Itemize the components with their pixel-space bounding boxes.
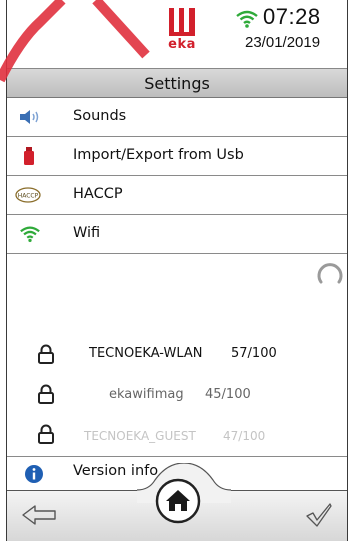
wifi-network-row[interactable]: ekawifimag 45/100 (7, 382, 347, 410)
haccp-icon-text: HACCP (18, 193, 39, 200)
wifi-icon (236, 10, 258, 28)
menu-item-haccp[interactable]: HACCP HACCP (7, 176, 347, 215)
haccp-icon: HACCP (15, 187, 41, 203)
page-title-bar: Settings (7, 68, 347, 98)
menu-item-label: Wifi (73, 225, 101, 241)
network-ssid: TECNOEKA-WLAN (89, 346, 203, 361)
brand-name: eka (168, 37, 196, 52)
network-signal: 45/100 (205, 387, 251, 402)
page-title: Settings (144, 74, 210, 93)
network-ssid: ekawifimag (109, 387, 184, 402)
checkmark-icon[interactable] (305, 502, 333, 528)
wifi-icon (20, 226, 40, 243)
wifi-network-row[interactable]: TECNOEKA_GUEST 47/100 (7, 422, 347, 450)
menu-item-label: HACCP (73, 186, 123, 202)
menu-item-label: Sounds (73, 108, 127, 124)
clock-time: 07:28 (263, 4, 321, 29)
status-header: eka 07:28 23/01/2019 (7, 0, 347, 66)
lock-icon (38, 424, 54, 444)
info-icon (25, 465, 43, 483)
speaker-icon (20, 110, 39, 124)
eka-logo: eka (163, 6, 201, 58)
network-signal: 57/100 (231, 346, 277, 361)
back-arrow-icon[interactable] (21, 504, 57, 526)
device-screen: eka 07:28 23/01/2019 Settings Sounds Imp… (6, 0, 348, 541)
lock-icon (38, 344, 54, 364)
usb-icon (24, 147, 34, 165)
network-ssid: TECNOEKA_GUEST (84, 429, 196, 443)
wifi-network-row[interactable]: TECNOEKA-WLAN 57/100 (7, 342, 347, 370)
network-signal: 47/100 (223, 429, 266, 443)
home-icon[interactable] (155, 478, 201, 524)
loading-spinner-icon (317, 263, 343, 284)
lock-icon (38, 384, 54, 404)
menu-item-label: Import/Export from Usb (73, 147, 244, 163)
menu-item-wifi[interactable]: Wifi (7, 215, 347, 254)
wifi-network-list: TECNOEKA-WLAN 57/100 ekawifimag 45/100 T… (7, 256, 347, 456)
menu-item-sounds[interactable]: Sounds (7, 98, 347, 137)
clock-date: 23/01/2019 (245, 34, 321, 51)
menu-item-usb[interactable]: Import/Export from Usb (7, 137, 347, 176)
